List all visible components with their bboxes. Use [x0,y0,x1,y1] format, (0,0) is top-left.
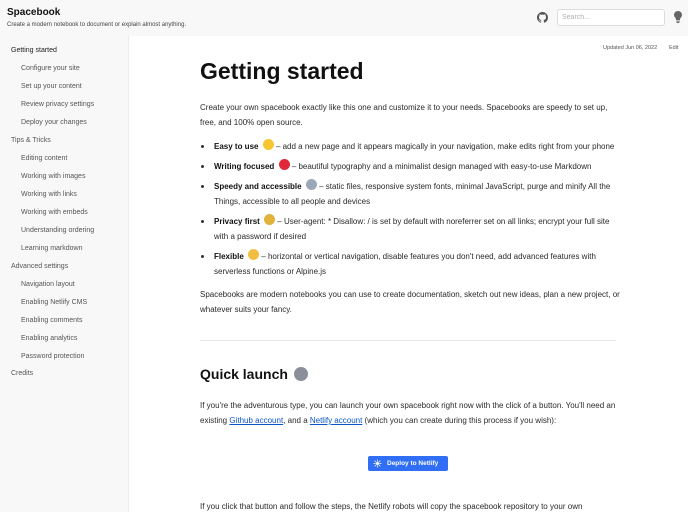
sidebar-item-password-protection[interactable]: Password protection [21,353,84,360]
launch-text-after: (which you can create during this proces… [362,416,557,425]
site-header: Spacebook Create a modern notebook to do… [0,0,688,36]
sidebar-item-configure-your-site[interactable]: Configure your site [21,65,80,72]
quick-launch-paragraph: If you're the adventurous type, you can … [200,398,620,428]
launch-text-mid: , and a [283,416,310,425]
list-item: Easy to use – add a new page and it appe… [200,139,620,154]
astronaut-emoji-icon [293,367,308,381]
quick-launch-heading: Quick launch [200,366,308,382]
sidebar-item-credits[interactable]: Credits [11,370,33,377]
sidebar-item-enabling-comments[interactable]: Enabling comments [21,317,82,324]
sidebar-item-advanced-settings[interactable]: Advanced settings [11,263,68,270]
flexed-arm-emoji-icon [248,249,260,260]
sidebar-item-understanding-ordering[interactable]: Understanding ordering [21,227,94,234]
feature-title: Writing focused [214,162,275,171]
feature-text: – beautiful typography and a minimalist … [291,162,592,171]
sidebar-item-review-privacy-settings[interactable]: Review privacy settings [21,101,94,108]
deploy-button-label: Deploy to Netlify [387,460,439,467]
sidebar-item-navigation-layout[interactable]: Navigation layout [21,281,75,288]
sidebar-item-learning-markdown[interactable]: Learning markdown [21,245,82,252]
list-item: Flexible – horizontal or vertical naviga… [200,249,620,279]
edit-link[interactable]: Edit [669,45,678,51]
github-icon[interactable] [537,12,548,23]
netlify-icon [373,459,382,468]
search-input[interactable] [557,9,665,26]
github-account-link[interactable]: Github account [229,416,283,425]
section-divider [200,340,616,341]
sidebar-nav: Getting started Configure your site Set … [0,36,129,512]
feature-title: Easy to use [214,142,259,151]
netlify-account-link[interactable]: Netlify account [310,416,362,425]
list-item: Privacy first – User-agent: * Disallow: … [200,214,620,244]
site-title[interactable]: Spacebook [7,7,60,18]
sidebar-item-enabling-analytics[interactable]: Enabling analytics [21,335,77,342]
list-item: Speedy and accessible – static files, re… [200,179,620,209]
lock-emoji-icon [264,214,276,225]
follow-up-paragraph: If you click that button and follow the … [200,502,583,511]
sidebar-item-set-up-your-content[interactable]: Set up your content [21,83,82,90]
deploy-to-netlify-button[interactable]: Deploy to Netlify [368,456,448,471]
feature-title: Flexible [214,252,244,261]
sidebar-item-deploy-your-changes[interactable]: Deploy your changes [21,119,87,126]
site-subtitle: Create a modern notebook to document or … [7,22,187,28]
sidebar-item-getting-started[interactable]: Getting started [11,47,57,54]
outro-paragraph: Spacebooks are modern notebooks you can … [200,290,620,314]
lightbulb-icon[interactable] [674,11,682,23]
page-title: Getting started [200,58,364,84]
sidebar-item-working-with-embeds[interactable]: Working with embeds [21,209,88,216]
feature-text: – add a new page and it appears magicall… [275,142,615,151]
sidebar-item-working-with-links[interactable]: Working with links [21,191,77,198]
intro-paragraph: Create your own spacebook exactly like t… [200,103,608,127]
sidebar-item-working-with-images[interactable]: Working with images [21,173,85,180]
feature-title: Privacy first [214,217,260,226]
sidebar-item-editing-content[interactable]: Editing content [21,155,67,162]
feature-text: – horizontal or vertical navigation, dis… [214,252,596,276]
sidebar-item-tips-and-tricks[interactable]: Tips & Tricks [11,137,51,144]
smiley-emoji-icon [262,139,274,150]
list-item: Writing focused – beautiful typography a… [200,159,620,174]
feature-list: Easy to use – add a new page and it appe… [200,139,620,284]
updated-date: Updated Jun 06, 2022 [603,45,658,51]
sidebar-item-enabling-netlify-cms[interactable]: Enabling Netlify CMS [21,299,87,306]
feature-title: Speedy and accessible [214,182,302,191]
rocket-emoji-icon [305,179,317,190]
heart-emoji-icon [278,159,290,170]
quick-launch-heading-text: Quick launch [200,366,288,382]
